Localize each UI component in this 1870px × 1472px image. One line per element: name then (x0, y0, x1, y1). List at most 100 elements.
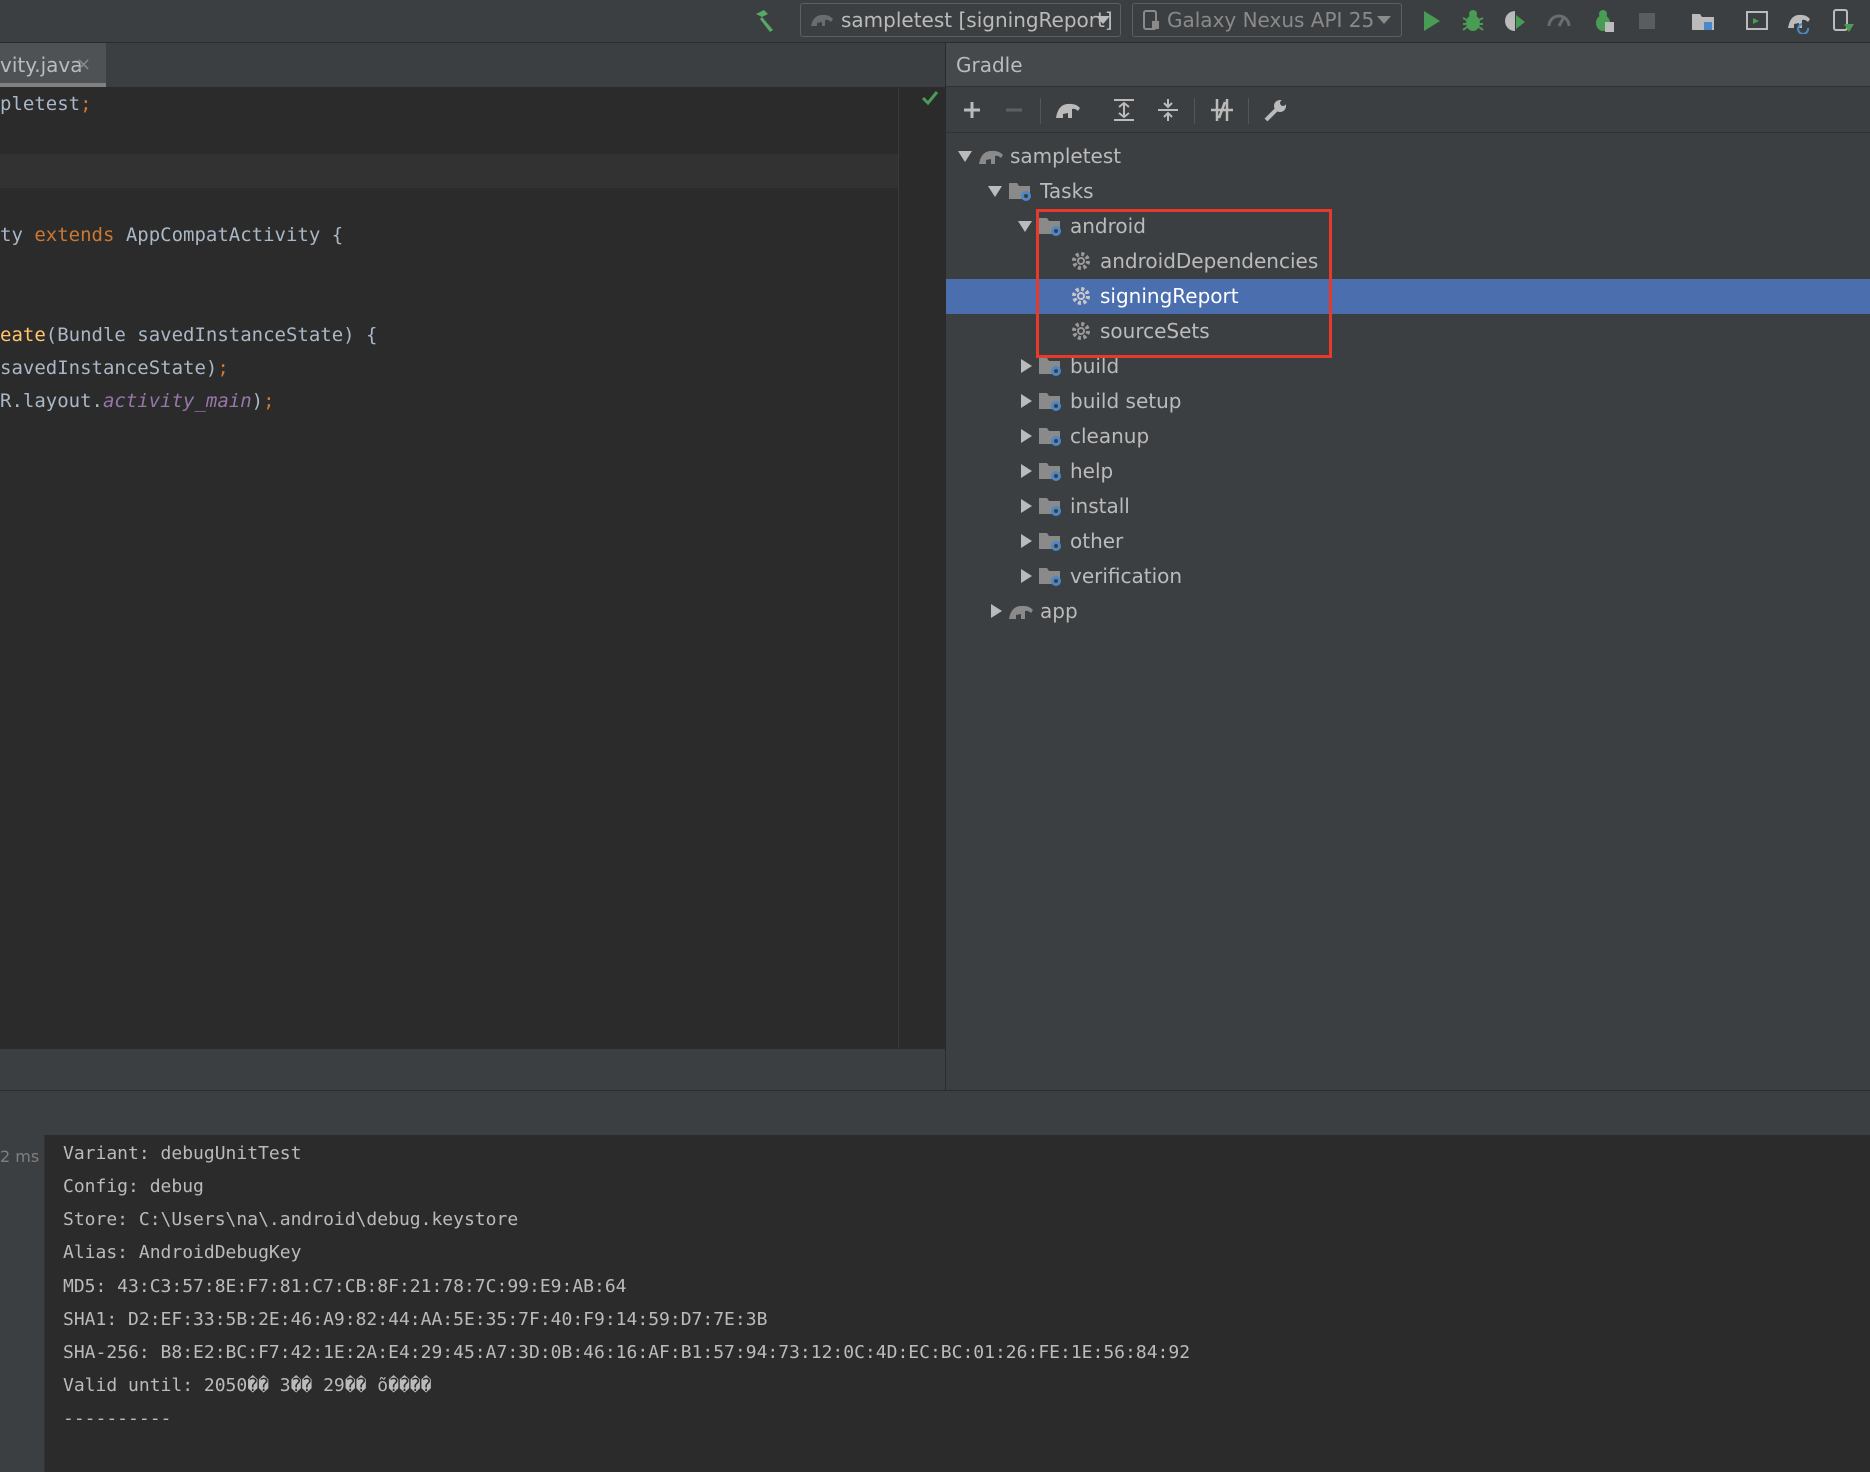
chevron-down-icon (1377, 16, 1391, 24)
tree-node-tasks[interactable]: Tasks (946, 174, 1870, 209)
gradle-elephant-icon (1009, 605, 1033, 619)
code-line: R.layout.activity_main); (0, 390, 275, 412)
run-config-label: sampletest [signingReport] (841, 8, 1113, 32)
coverage-icon[interactable] (1502, 8, 1528, 34)
task-folder-icon (1039, 393, 1061, 411)
gradle-panel-title: Gradle (946, 43, 1870, 87)
task-folder-icon (1009, 183, 1031, 201)
console-line: Store: C:\Users\na\.android\debug.keysto… (63, 1209, 519, 1230)
console-line: Alias: AndroidDebugKey (63, 1242, 302, 1263)
console-line: Valid until: 2050�� 3�� 29�� õ���� (63, 1375, 432, 1396)
code-editor[interactable]: pletest; ty extends AppCompatActivity { … (0, 88, 898, 1048)
toolbar-separator (1040, 98, 1041, 124)
task-folder-icon (1039, 463, 1061, 481)
avd-manager-icon[interactable] (1744, 8, 1770, 34)
chevron-right-icon[interactable] (1021, 534, 1032, 548)
run-icon[interactable] (1418, 8, 1444, 34)
run-tree-pane: 2 ms (0, 1135, 45, 1472)
tab-underline (0, 83, 106, 87)
chevron-down-icon (1096, 16, 1110, 24)
hammer-build-icon[interactable] (752, 8, 778, 34)
profile-icon[interactable] (1546, 8, 1572, 34)
chevron-right-icon[interactable] (1021, 464, 1032, 478)
tree-node-group[interactable]: install (946, 489, 1870, 524)
task-folder-icon (1039, 498, 1061, 516)
console-line: Variant: debugUnitTest (63, 1143, 302, 1164)
chevron-right-icon[interactable] (1021, 429, 1032, 443)
toolbar-separator (1194, 98, 1195, 124)
console-line: Config: debug (63, 1176, 204, 1197)
gradle-sync-icon[interactable] (1786, 8, 1812, 34)
editor-right-gutter (898, 88, 946, 1048)
task-duration: 2 ms (0, 1147, 40, 1166)
run-tool-window-header (0, 1090, 1870, 1136)
tree-node-group[interactable]: cleanup (946, 419, 1870, 454)
collapse-all-icon[interactable] (1154, 96, 1182, 124)
tree-node-label: sampletest (1010, 144, 1122, 168)
tree-node-label: Tasks (1040, 179, 1094, 203)
toggle-offline-mode-icon[interactable] (1208, 96, 1236, 124)
console-line: SHA-256: B8:E2:BC:F7:42:1E:2A:E4:29:45:A… (63, 1342, 1191, 1363)
attach-debugger-icon[interactable] (1590, 8, 1616, 34)
chevron-down-icon[interactable] (988, 186, 1002, 197)
task-folder-icon (1039, 568, 1061, 586)
device-selector[interactable]: Galaxy Nexus API 25 (1132, 3, 1402, 37)
tree-node-label: verification (1070, 564, 1183, 588)
current-line-highlight (0, 154, 898, 188)
editor-breadcrumb-bar (0, 1048, 945, 1091)
console-line: SHA1: D2:EF:33:5B:2E:46:A9:82:44:AA:5E:3… (63, 1309, 768, 1330)
task-folder-icon (1039, 428, 1061, 446)
tree-node-group[interactable]: help (946, 454, 1870, 489)
add-icon[interactable] (958, 96, 986, 124)
chevron-down-icon[interactable] (958, 151, 972, 162)
debug-icon[interactable] (1460, 8, 1486, 34)
gradle-toolbar (946, 88, 1870, 133)
close-icon[interactable]: × (76, 43, 91, 87)
check-icon (921, 91, 939, 106)
tree-node-label: build setup (1070, 389, 1182, 413)
stop-icon[interactable] (1634, 8, 1660, 34)
gradle-panel: Gradle sampletest Tasks android androidD… (945, 43, 1870, 1090)
task-folder-icon (1039, 533, 1061, 551)
tree-node-label: install (1070, 494, 1130, 518)
tab-main-activity[interactable]: vity.java × (0, 43, 106, 87)
chevron-right-icon[interactable] (1021, 499, 1032, 513)
tree-node-group[interactable]: verification (946, 559, 1870, 594)
device-icon (1143, 10, 1159, 30)
tree-node-group[interactable]: other (946, 524, 1870, 559)
annotation-highlight-box (1036, 209, 1332, 358)
chevron-right-icon[interactable] (1021, 359, 1032, 373)
wrench-settings-icon[interactable] (1262, 96, 1290, 124)
code-line: ty extends AppCompatActivity { (0, 224, 344, 246)
main-toolbar: sampletest [signingReport] Galaxy Nexus … (0, 0, 1870, 43)
code-line: pletest; (0, 93, 92, 115)
tree-node-project[interactable]: sampletest (946, 139, 1870, 174)
run-config-selector[interactable]: sampletest [signingReport] (800, 3, 1121, 37)
tree-node-label: app (1040, 599, 1078, 623)
tab-label: vity.java (0, 53, 83, 77)
chevron-right-icon[interactable] (1021, 394, 1032, 408)
tree-node-module-app[interactable]: app (946, 594, 1870, 629)
tree-node-group[interactable]: build setup (946, 384, 1870, 419)
tree-node-label: cleanup (1070, 424, 1150, 448)
remove-icon[interactable] (1000, 96, 1028, 124)
tree-node-label: other (1070, 529, 1124, 553)
sdk-manager-icon[interactable] (1830, 8, 1856, 34)
gradle-elephant-icon (979, 150, 1003, 164)
code-line: savedInstanceState); (0, 357, 229, 379)
chevron-down-icon[interactable] (1018, 221, 1032, 232)
chevron-right-icon[interactable] (1021, 569, 1032, 583)
run-console-output[interactable]: Variant: debugUnitTest Config: debug Sto… (45, 1135, 1870, 1472)
gradle-elephant-icon (811, 14, 833, 26)
console-line: MD5: 43:C3:57:8E:F7:81:C7:CB:8F:21:78:7C… (63, 1276, 627, 1297)
device-label: Galaxy Nexus API 25 (1167, 8, 1375, 32)
editor-tab-strip: vity.java × (0, 43, 945, 88)
console-line: ---------- (63, 1408, 172, 1429)
toolbar-separator (1248, 98, 1249, 124)
code-line: eate(Bundle savedInstanceState) { (0, 324, 378, 346)
tree-node-label: help (1070, 459, 1114, 483)
expand-all-icon[interactable] (1110, 96, 1138, 124)
chevron-right-icon[interactable] (991, 604, 1002, 618)
execute-gradle-task-icon[interactable] (1054, 96, 1082, 124)
sync-project-icon[interactable] (1690, 8, 1716, 34)
